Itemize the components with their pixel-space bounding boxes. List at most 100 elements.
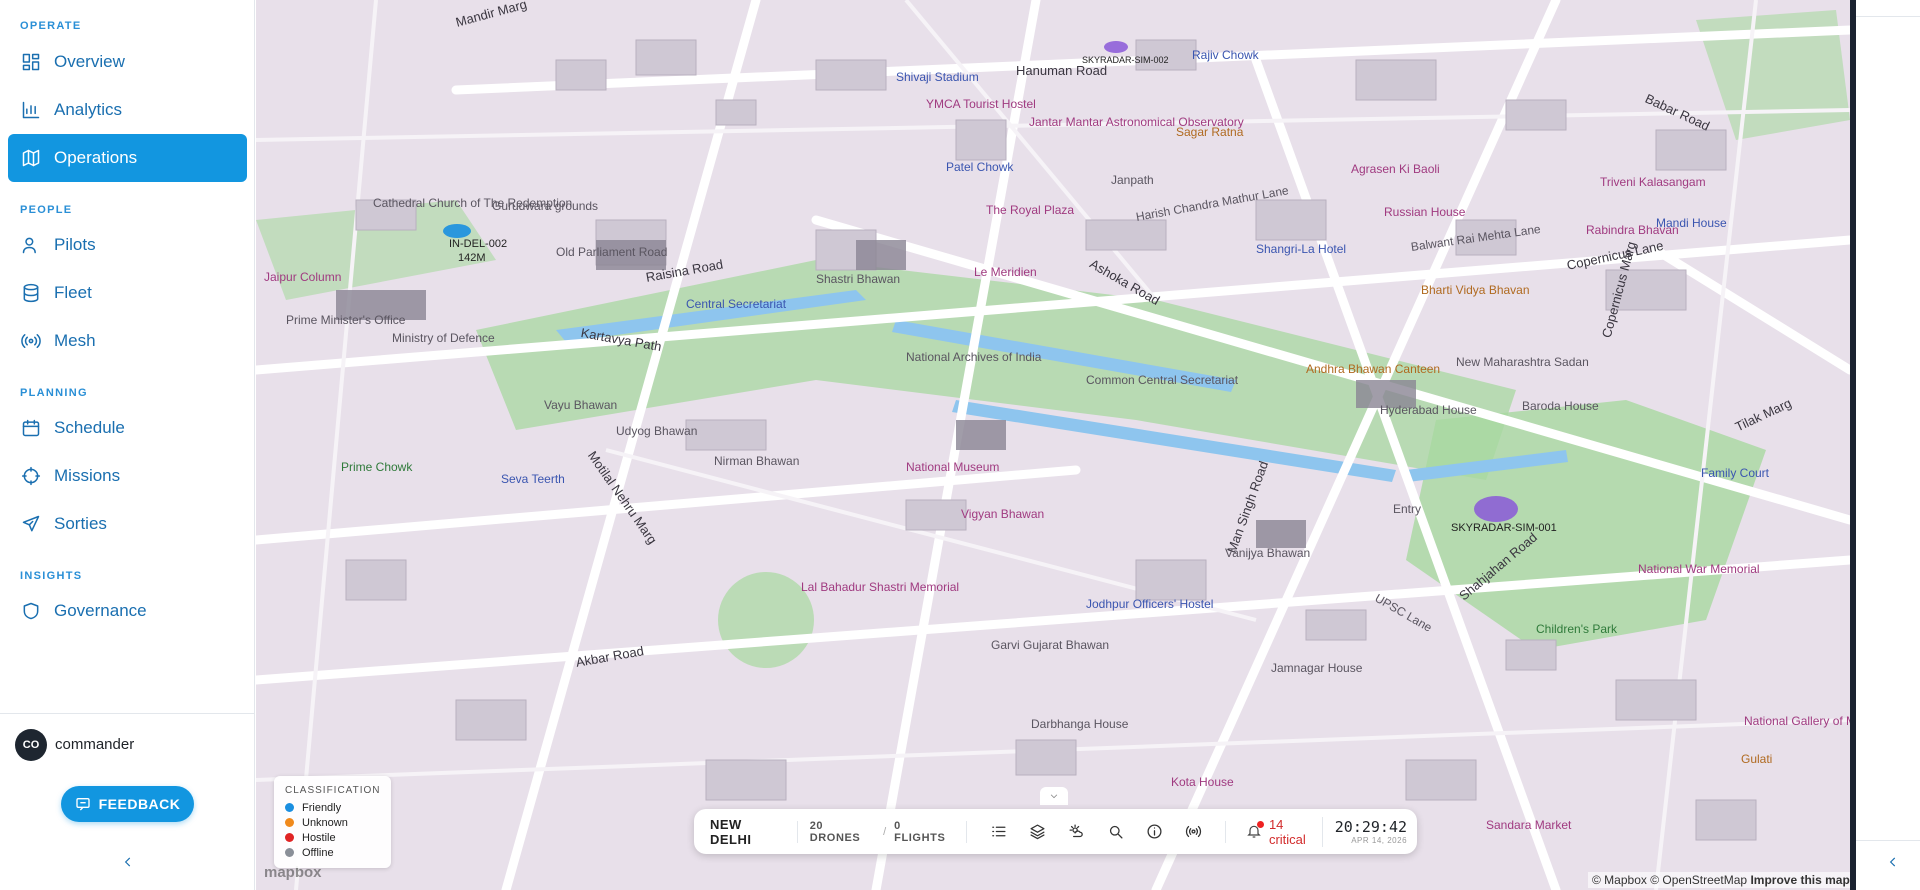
user-menu[interactable]: CO commander	[0, 713, 255, 775]
drone-count: 20 DRONES	[809, 819, 861, 844]
map-label: Vayu Bhawan	[544, 398, 618, 412]
critical-alert-text: 14 critical	[1268, 816, 1306, 847]
right-panel-collapsed	[1850, 0, 1920, 890]
legend-title: CLASSIFICATION	[285, 785, 381, 796]
map-label: Seva Teerth	[501, 472, 565, 486]
layers-icon	[1030, 824, 1045, 840]
map-label: Garvi Gujarat Bhawan	[991, 638, 1110, 652]
info-button[interactable]	[1141, 818, 1168, 846]
nav-item-operations[interactable]: Operations	[8, 134, 247, 182]
avatar: CO	[15, 728, 47, 761]
map-label: Prime Minister's Office	[286, 313, 406, 327]
chevron-down-icon	[1050, 794, 1058, 799]
toolbar-expand-tab[interactable]	[1040, 787, 1068, 805]
section-label-operate: OPERATE	[20, 20, 82, 32]
map-label: Prime Chowk	[341, 460, 413, 474]
nav-item-governance[interactable]: Governance	[8, 587, 247, 635]
map-toolbar: NEW DELHI 20 DRONES / 0 FLIGHTS 14 criti…	[694, 809, 1417, 854]
weather-icon	[1069, 824, 1083, 838]
info-icon	[1147, 824, 1162, 839]
nav-label: Overview	[54, 52, 125, 71]
nav-label: Pilots	[54, 235, 96, 254]
shield-icon	[20, 600, 42, 622]
drone-label-del-002[interactable]: IN-DEL-002	[449, 238, 507, 250]
drone-label-sim-002[interactable]: SKYRADAR-SIM-002	[1082, 55, 1169, 65]
legend-item-unknown: Unknown	[285, 815, 380, 830]
map-label: National Archives of India	[906, 350, 1042, 364]
username: commander	[55, 736, 135, 753]
search-button[interactable]	[1102, 818, 1129, 846]
map-label: Shastri Bhawan	[816, 272, 901, 286]
nav-item-overview[interactable]: Overview	[8, 38, 247, 86]
drone-marker-del-002[interactable]	[443, 224, 471, 238]
nav-label: Schedule	[54, 418, 125, 437]
drone-label-sim-001[interactable]: SKYRADAR-SIM-001	[1451, 522, 1557, 534]
nav-item-sorties[interactable]: Sorties	[8, 500, 247, 548]
map-label: Triveni Kalasangam	[1600, 175, 1706, 189]
attribution-osm[interactable]: © OpenStreetMap	[1650, 873, 1747, 887]
legend-label: Friendly	[302, 801, 342, 814]
map-label: The Royal Plaza	[986, 203, 1075, 217]
nav-label: Analytics	[54, 100, 123, 119]
signal-button[interactable]	[1180, 818, 1207, 846]
attribution-mapbox[interactable]: © Mapbox	[1592, 873, 1647, 887]
map-label: Udyog Bhawan	[616, 424, 698, 438]
map-label: National Gallery of Modern Art	[1744, 714, 1850, 728]
nav-item-fleet[interactable]: Fleet	[8, 269, 247, 317]
legend-dot	[285, 818, 294, 827]
map-label: Kota House	[1171, 775, 1234, 789]
map-label: New Maharashtra Sadan	[1456, 355, 1589, 369]
section-label-planning: PLANNING	[20, 387, 88, 399]
feedback-label: FEEDBACK	[98, 796, 181, 812]
map-label: Central Secretariat	[686, 297, 787, 311]
map-label: Le Meridien	[974, 265, 1037, 279]
collapse-sidebar-button[interactable]	[118, 852, 138, 872]
nav-item-analytics[interactable]: Analytics	[8, 86, 247, 134]
map-label: Patel Chowk	[946, 160, 1014, 174]
map-label: Gurudwara grounds	[492, 199, 599, 213]
divider: /	[883, 825, 887, 838]
drone-marker-sim-001[interactable]	[1474, 496, 1518, 522]
divider	[796, 820, 798, 843]
map-label: Lal Bahadur Shastri Memorial	[801, 580, 960, 594]
drone-altitude: 142m	[458, 252, 486, 264]
divider	[1224, 820, 1226, 843]
nav-item-pilots[interactable]: Pilots	[8, 221, 247, 269]
list-button[interactable]	[985, 818, 1012, 846]
legend-item-friendly: Friendly	[285, 800, 380, 815]
map-label: Jaipur Column	[264, 270, 342, 284]
map-label: Shivaji Stadium	[896, 70, 979, 84]
divider	[1856, 16, 1920, 17]
flight-count: 0 FLIGHTS	[894, 819, 946, 844]
map-label: Darbhanga House	[1031, 717, 1129, 731]
legend-item-offline: Offline	[285, 845, 380, 860]
improve-map-link[interactable]: Improve this map	[1750, 873, 1849, 887]
list-icon	[991, 826, 1006, 837]
layers-button[interactable]	[1024, 818, 1051, 846]
map-label: Jamnagar House	[1271, 661, 1363, 675]
map-label: Common Central Secretariat	[1086, 373, 1239, 387]
nav-label: Mesh	[54, 331, 96, 350]
weather-button[interactable]	[1063, 818, 1090, 846]
map-label: Gulati	[1741, 752, 1773, 766]
map-label: Entry	[1393, 502, 1422, 516]
section-label-people: PEOPLE	[20, 204, 73, 216]
nav-item-mesh[interactable]: Mesh	[8, 317, 247, 365]
search-icon	[1109, 825, 1123, 839]
map-label: National Museum	[906, 460, 1000, 474]
section-label-insights: INSIGHTS	[20, 570, 83, 582]
map-label: Sandara Market	[1486, 818, 1572, 832]
expand-right-panel-button[interactable]	[1886, 855, 1902, 871]
map-label: Baroda House	[1522, 399, 1599, 413]
plane-icon	[20, 513, 42, 535]
map-canvas[interactable]: Mandir Marg Hanuman Road Babar Road Shiv…	[256, 0, 1850, 890]
map-attribution: © Mapbox © OpenStreetMap Improve this ma…	[1588, 872, 1854, 888]
map-label: Nirman Bhawan	[714, 454, 800, 468]
nav-item-missions[interactable]: Missions	[8, 452, 247, 500]
critical-alerts-button[interactable]: 14 critical	[1246, 817, 1322, 847]
feedback-button[interactable]: FEEDBACK	[61, 786, 194, 822]
city-name: NEW DELHI	[710, 816, 752, 847]
drone-marker-sim-002[interactable]	[1104, 41, 1128, 53]
nav-item-schedule[interactable]: Schedule	[8, 404, 247, 452]
map-label: Mandi House	[1656, 216, 1727, 230]
